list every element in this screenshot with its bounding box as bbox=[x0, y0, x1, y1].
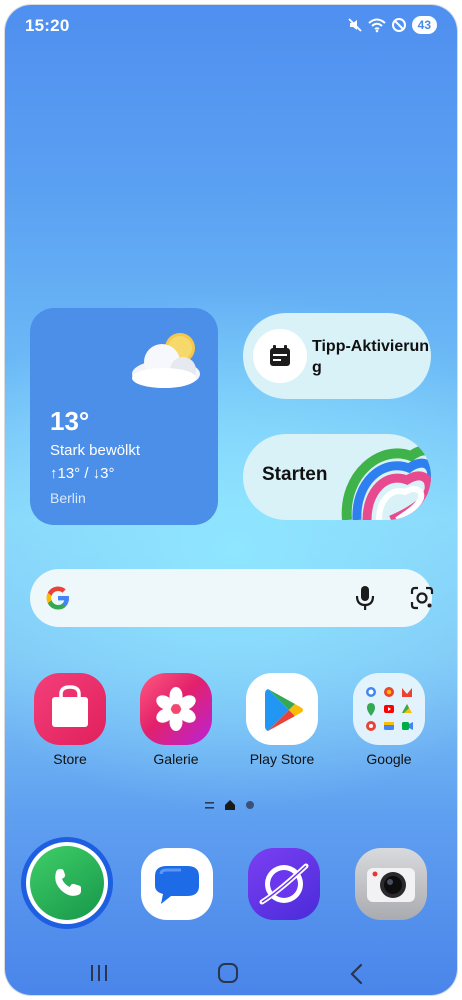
status-time: 15:20 bbox=[25, 16, 70, 35]
home-button[interactable] bbox=[217, 963, 239, 985]
app-label: Google bbox=[366, 751, 412, 767]
weather-condition: Stark bewölkt bbox=[50, 442, 141, 459]
galaxy-store-icon bbox=[34, 673, 106, 745]
navigation-bar bbox=[5, 955, 457, 995]
status-icons: 43 bbox=[347, 16, 437, 34]
battery-icon: 43 bbox=[411, 16, 437, 34]
google-folder-icon bbox=[353, 673, 425, 745]
gallery-flower-icon bbox=[140, 673, 212, 745]
microphone-icon[interactable] bbox=[355, 585, 375, 611]
camera-icon bbox=[367, 868, 415, 902]
dock-internet[interactable] bbox=[248, 848, 320, 920]
heart-rainbow-icon bbox=[341, 445, 431, 520]
weather-temperature: 13° bbox=[50, 406, 90, 436]
app-label: Play Store bbox=[249, 751, 315, 767]
google-g-icon bbox=[46, 586, 69, 610]
home-page-icon bbox=[225, 800, 235, 810]
tip-activation-label: Tipp-Aktivierung bbox=[312, 338, 430, 376]
weather-range: ↑13° / ↓3° bbox=[50, 465, 115, 482]
page-indicator[interactable] bbox=[205, 800, 254, 810]
google-lens-icon[interactable] bbox=[410, 586, 434, 610]
app-label: Store bbox=[53, 751, 87, 767]
internet-icon bbox=[259, 863, 309, 905]
start-widget[interactable]: Starten bbox=[243, 434, 431, 520]
wifi-icon bbox=[367, 18, 386, 33]
app-google-folder[interactable]: Google bbox=[344, 673, 434, 767]
do-not-disturb-icon bbox=[391, 18, 406, 32]
menu-page-icon bbox=[205, 801, 214, 809]
start-label: Starten bbox=[262, 464, 328, 485]
mute-icon bbox=[348, 18, 362, 32]
weather-city: Berlin bbox=[50, 490, 86, 506]
app-store[interactable]: Store bbox=[25, 673, 115, 767]
weather-widget[interactable]: 13° Stark bewölkt ↑13° / ↓3° Berlin bbox=[30, 308, 218, 525]
tip-activation-widget[interactable]: Tipp-Aktivierung bbox=[243, 313, 431, 399]
partly-cloudy-icon bbox=[132, 333, 200, 388]
status-bar: 15:20 43 bbox=[5, 5, 457, 49]
back-button[interactable] bbox=[349, 963, 365, 985]
app-gallery[interactable]: Galerie bbox=[131, 673, 221, 767]
recent-apps-button[interactable] bbox=[89, 963, 109, 983]
calendar-icon bbox=[253, 329, 307, 383]
dock-camera[interactable] bbox=[355, 848, 427, 920]
dock-messages[interactable] bbox=[141, 848, 213, 920]
home-screen: 15:20 43 13° Stark bewölkt ↑13° / ↓3° Be… bbox=[5, 5, 457, 995]
dock-phone[interactable] bbox=[21, 837, 113, 929]
phone-icon bbox=[26, 842, 108, 924]
messages-icon bbox=[155, 866, 199, 904]
page-dot bbox=[246, 801, 254, 809]
app-play-store[interactable]: Play Store bbox=[237, 673, 327, 767]
app-label: Galerie bbox=[153, 751, 199, 767]
google-search-bar[interactable] bbox=[30, 569, 434, 627]
play-store-icon bbox=[246, 673, 318, 745]
